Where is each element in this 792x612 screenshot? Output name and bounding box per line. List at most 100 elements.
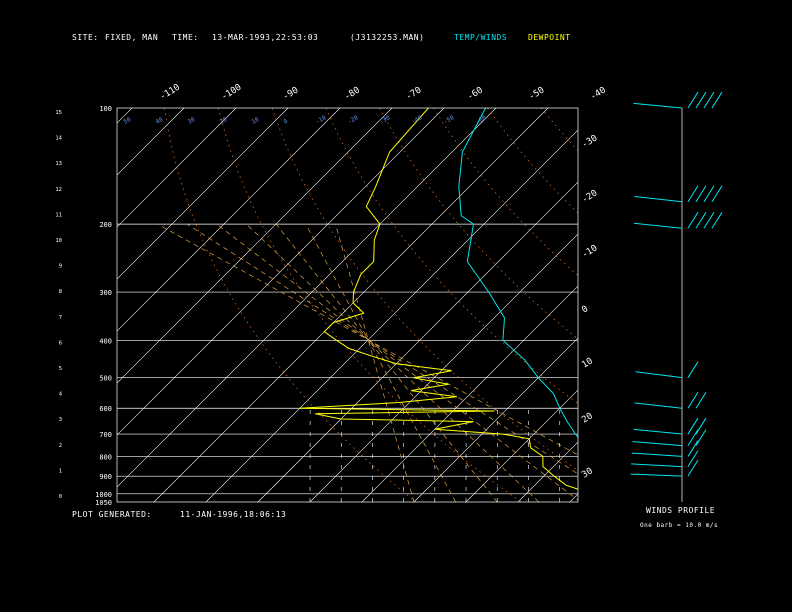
- wind-barb-flag: [687, 361, 699, 378]
- isotherm-line: [117, 108, 289, 280]
- skewt-chart: 1002003004005006007008009001000105015141…: [55, 83, 792, 507]
- height-label: 14: [55, 136, 62, 142]
- top-temp-label: -60: [466, 85, 485, 102]
- pressure-label: 1050: [95, 499, 112, 507]
- top-temp-label: -110: [158, 83, 182, 103]
- wind-barb-flag: [687, 459, 699, 477]
- isotherm-line: [257, 181, 578, 502]
- theta-label: 0: [283, 118, 290, 126]
- isotherm-line: [117, 108, 185, 176]
- isotherm-line: [778, 108, 792, 502]
- theta-label: -30: [379, 114, 392, 126]
- pressure-label: 300: [99, 289, 112, 297]
- height-label: 8: [59, 289, 62, 295]
- moist-adiabat: [186, 223, 578, 475]
- wind-barb-flag: [711, 212, 723, 229]
- dry-adiabat: [433, 108, 578, 277]
- dry-adiabat: [649, 108, 792, 502]
- height-label: 1: [59, 468, 62, 474]
- isotherm-line: [117, 108, 341, 332]
- wind-barb-flag: [687, 450, 699, 467]
- dry-adiabat: [379, 108, 578, 340]
- wind-barb: [634, 402, 683, 409]
- theta-label: -20: [347, 114, 360, 126]
- height-label: 13: [55, 161, 62, 167]
- wind-barb-flag: [711, 91, 723, 109]
- height-label: 0: [59, 494, 62, 500]
- wind-barb: [635, 371, 683, 379]
- top-temp-label: -70: [404, 85, 423, 102]
- top-temp-label: -80: [343, 85, 362, 102]
- wind-barb-flag: [703, 185, 715, 203]
- isotherm-line: [569, 493, 578, 502]
- wind-barb-flag: [687, 91, 699, 109]
- right-temp-label: 20: [580, 411, 594, 425]
- dry-adiabat: [164, 108, 417, 502]
- wind-barb: [633, 222, 683, 229]
- theta-label: 50: [123, 116, 133, 126]
- plot-frame: [116, 107, 579, 503]
- theta-label: 30: [187, 116, 197, 126]
- pressure-label: 700: [99, 431, 112, 439]
- height-label: 2: [59, 443, 62, 449]
- wind-barb-flag: [687, 185, 699, 203]
- height-label: 10: [55, 238, 62, 244]
- plot-generated-label: PLOT GENERATED:: [72, 510, 152, 519]
- moist-adiabat: [216, 223, 578, 501]
- pressure-label: 200: [99, 221, 112, 229]
- moist-adiabat: [275, 223, 498, 502]
- pressure-label: 800: [99, 453, 112, 461]
- wind-barb-flag: [703, 212, 715, 229]
- temperature-line: [458, 108, 578, 438]
- isotherm-line: [674, 108, 792, 502]
- pressure-label: 900: [99, 473, 112, 481]
- height-label: 5: [59, 366, 62, 372]
- pressure-label: 600: [99, 405, 112, 413]
- height-label: 4: [59, 392, 63, 398]
- dry-adiabat: [540, 108, 578, 152]
- height-label: 15: [55, 110, 62, 116]
- isotherm-line: [413, 337, 578, 502]
- winds-profile-note: One barb = 10.0 m/s: [640, 522, 719, 529]
- top-temp-label: -100: [220, 83, 244, 103]
- wind-barb: [632, 441, 683, 447]
- height-label: 3: [59, 417, 62, 423]
- pressure-label: 400: [99, 337, 112, 345]
- wind-barb-flag: [711, 185, 723, 203]
- winds-profile-title: WINDS PROFILE: [646, 506, 716, 515]
- top-temp-label: -50: [527, 85, 546, 102]
- dry-adiabat: [487, 108, 578, 214]
- wind-barb-flag: [687, 212, 699, 229]
- pressure-label: 1000: [95, 491, 112, 499]
- wind-barb-flag: [695, 391, 707, 409]
- dry-adiabat: [271, 108, 578, 471]
- wind-barb: [633, 102, 683, 109]
- height-label: 12: [55, 187, 62, 193]
- wind-barb: [630, 473, 683, 477]
- right-temp-label: -20: [580, 188, 599, 205]
- moist-adiabat: [335, 224, 415, 502]
- right-temp-label: -10: [580, 243, 599, 260]
- right-temp-label: 0: [580, 304, 590, 315]
- isotherm-line: [726, 108, 792, 502]
- isotherm-line: [117, 108, 237, 228]
- right-temp-label: 10: [580, 356, 594, 370]
- plot-area: [117, 108, 792, 502]
- moist-adiabat: [305, 223, 456, 502]
- height-label: 6: [59, 340, 62, 346]
- pressure-label: 500: [99, 375, 112, 383]
- theta-label: 40: [155, 116, 165, 126]
- top-temp-label: -40: [589, 85, 608, 102]
- wind-barb-flag: [695, 185, 707, 203]
- isotherm-line: [117, 108, 497, 488]
- isotherm-line: [153, 108, 549, 502]
- right-temp-label: -30: [580, 133, 599, 150]
- isotherm-line: [465, 389, 578, 502]
- wind-barb: [633, 428, 683, 435]
- theta-label: -60: [475, 114, 488, 126]
- wind-barb: [631, 452, 683, 457]
- theta-label: -50: [443, 114, 456, 126]
- wind-barb-flag: [695, 212, 707, 229]
- dry-adiabat: [703, 108, 792, 502]
- wind-barb-flag: [703, 91, 715, 109]
